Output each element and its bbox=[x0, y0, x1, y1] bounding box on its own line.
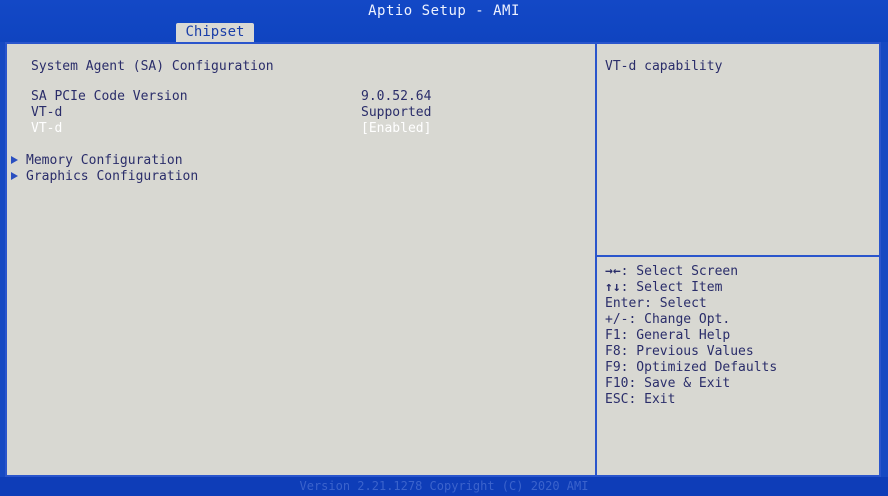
key-help-f9: F9: Optimized Defaults bbox=[605, 360, 778, 375]
tab-chipset[interactable]: Chipset bbox=[176, 23, 254, 42]
submenu-label: Graphics Configuration bbox=[26, 169, 199, 184]
key-help-select-screen: →←: Select Screen bbox=[605, 264, 739, 279]
key-help-esc: ESC: Exit bbox=[605, 392, 676, 407]
panel-divider bbox=[595, 44, 597, 475]
key-help-f1: F1: General Help bbox=[605, 328, 731, 343]
vtd-support-label: VT-d bbox=[31, 105, 63, 120]
key-help-change-opt: +/-: Change Opt. bbox=[605, 312, 731, 327]
key-help-select-item: ↑↓: Select Item bbox=[605, 280, 723, 295]
help-description: VT-d capability bbox=[605, 59, 723, 74]
bios-screen: Aptio Setup - AMI Chipset System Agent (… bbox=[0, 0, 888, 496]
vtd-support-value: Supported bbox=[361, 105, 432, 120]
vtd-option-value[interactable]: [Enabled] bbox=[361, 121, 431, 137]
submenu-arrow-icon bbox=[11, 171, 18, 180]
title-bar: Aptio Setup - AMI Chipset bbox=[0, 0, 888, 42]
submenu-label: Memory Configuration bbox=[26, 153, 183, 168]
help-divider bbox=[597, 255, 879, 257]
key-help-list: →←: Select Screen ↑↓: Select Item Enter:… bbox=[605, 264, 777, 408]
vtd-option-label[interactable]: VT-d bbox=[31, 121, 62, 137]
section-title: System Agent (SA) Configuration bbox=[31, 59, 274, 74]
pcie-code-version-label: SA PCIe Code Version bbox=[31, 89, 188, 104]
pcie-code-version-value: 9.0.52.64 bbox=[361, 89, 432, 104]
up-down-arrows-icon: ↑↓ bbox=[605, 280, 621, 295]
key-help-f8: F8: Previous Values bbox=[605, 344, 754, 359]
key-help-f10: F10: Save & Exit bbox=[605, 376, 731, 391]
submenu-memory-configuration[interactable]: Memory Configuration bbox=[11, 153, 183, 169]
left-right-arrows-icon: →← bbox=[605, 264, 621, 279]
version-footer: Version 2.21.1278 Copyright (C) 2020 AMI bbox=[0, 477, 888, 496]
key-help-enter: Enter: Select bbox=[605, 296, 707, 311]
main-panel: System Agent (SA) Configuration SA PCIe … bbox=[5, 42, 881, 477]
submenu-arrow-icon bbox=[11, 155, 18, 164]
app-title: Aptio Setup - AMI bbox=[368, 3, 520, 19]
submenu-graphics-configuration[interactable]: Graphics Configuration bbox=[11, 169, 198, 185]
